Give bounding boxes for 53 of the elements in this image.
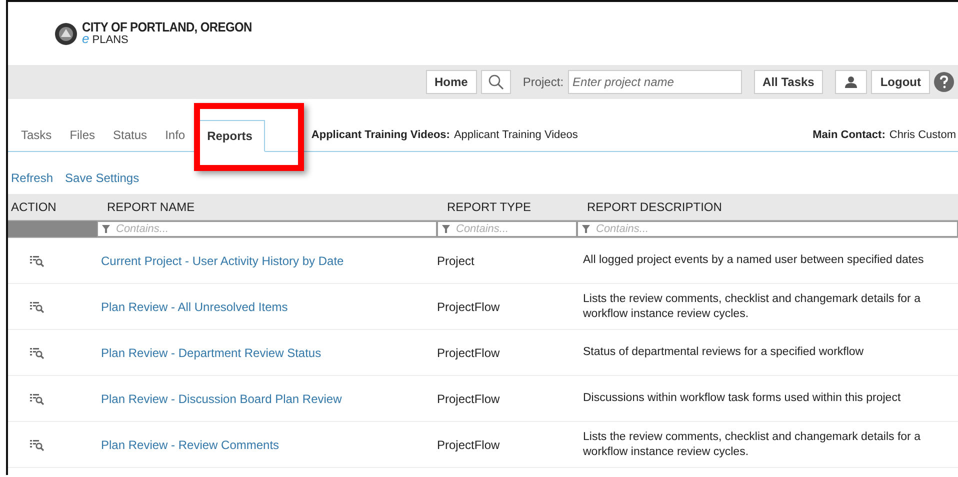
- list-search-icon[interactable]: [30, 438, 44, 450]
- column-header: REPORT NAME: [106, 199, 196, 216]
- column-header: ACTION: [10, 199, 58, 216]
- report-link[interactable]: Plan Review - Review Comments: [97, 436, 437, 454]
- project-field[interactable]: Enter project name: [568, 70, 742, 94]
- user-icon: [845, 76, 858, 88]
- filter-icon: [442, 225, 450, 233]
- search-icon: [488, 74, 504, 90]
- table-cell-text: All logged project events by a named user between specified dates: [582, 253, 925, 268]
- list-search-icon[interactable]: [30, 300, 44, 312]
- filter-field[interactable]: Contains...: [577, 221, 958, 237]
- table-cell-text: Status of departmental reviews for a specified workflow: [582, 345, 865, 360]
- filter-field[interactable]: Contains...: [437, 221, 577, 237]
- logo-title: CITY OF PORTLAND, OREGON: [82, 20, 252, 34]
- city-seal-icon: [54, 22, 78, 46]
- project-name-label: Applicant Training Videos:: [311, 128, 450, 143]
- main-contact-label: Main Contact:: [812, 128, 886, 143]
- table-cell-text: Lists the review comments, checklist and changemark details for a workflow instance review cycles.: [582, 430, 922, 460]
- action-link[interactable]: Refresh: [11, 169, 54, 187]
- list-search-icon[interactable]: [30, 346, 44, 358]
- table-cell-text: ProjectFlow: [437, 436, 501, 454]
- user-button[interactable]: [835, 70, 868, 94]
- table-cell-text: Lists the review comments, checklist and changemark details for a workflow instance review cycles.: [582, 292, 922, 322]
- filter-icon: [582, 225, 590, 233]
- filter-icon: [102, 225, 110, 233]
- tab[interactable]: Tasks: [12, 119, 61, 151]
- report-link[interactable]: Plan Review - Department Review Status: [97, 344, 437, 362]
- report-link[interactable]: Current Project - User Activity History by Date: [97, 252, 437, 270]
- table-cell-text: ProjectFlow: [437, 390, 501, 408]
- column-header: REPORT DESCRIPTION: [586, 199, 723, 216]
- home-button[interactable]: Home: [426, 70, 477, 94]
- table-cell-text: Discussions within workflow task forms used within this project: [582, 391, 902, 406]
- table-cell-text: ProjectFlow: [437, 298, 501, 316]
- report-link[interactable]: Plan Review - Discussion Board Plan Review: [97, 390, 437, 408]
- table-cell-text: Project: [437, 252, 476, 270]
- table-cell-text: ProjectFlow: [437, 344, 501, 362]
- logout-button[interactable]: Logout: [871, 70, 930, 94]
- help-icon[interactable]: [934, 72, 954, 92]
- project-name-value: Applicant Training Videos: [454, 128, 578, 143]
- logo-subtitle: e PLANS: [82, 32, 130, 46]
- action-link[interactable]: Save Settings: [65, 169, 140, 187]
- search-button[interactable]: [480, 70, 511, 94]
- tab[interactable]: Status: [104, 119, 156, 151]
- filter-field[interactable]: Contains...: [97, 221, 437, 237]
- report-link[interactable]: Plan Review - All Unresolved Items: [97, 298, 437, 316]
- tab[interactable]: Files: [60, 119, 104, 151]
- tab[interactable]: Info: [156, 119, 194, 151]
- list-search-icon[interactable]: [30, 254, 44, 266]
- all-tasks-button[interactable]: All Tasks: [754, 70, 824, 94]
- column-header: REPORT TYPE: [446, 199, 532, 216]
- list-search-icon[interactable]: [30, 392, 44, 404]
- main-contact-value: Chris Custom: [889, 128, 956, 143]
- project-label: Project:: [522, 74, 564, 91]
